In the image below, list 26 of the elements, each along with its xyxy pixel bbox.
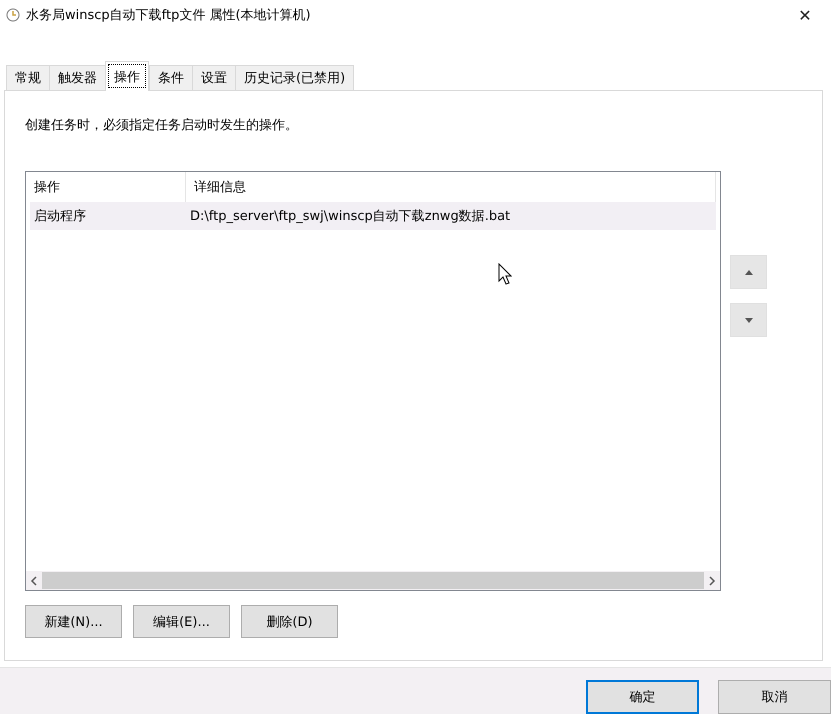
action-button[interactable]: 编辑(E)...: [133, 605, 230, 638]
tab[interactable]: 操作: [105, 61, 149, 91]
table-cell-text: 启动程序: [33, 208, 87, 226]
dialog-button[interactable]: 确定: [586, 680, 699, 714]
tab[interactable]: 触发器: [49, 65, 106, 91]
table-cell-text: D:\ftp_server\ftp_swj\winscp自动下载znwg数据.bat: [189, 208, 512, 226]
pointer-icon: [498, 263, 512, 285]
triangle-up-icon: [744, 270, 752, 274]
action-button[interactable]: 删除(D): [241, 605, 338, 638]
move-up-button[interactable]: [730, 255, 767, 289]
chevron-left-icon[interactable]: [30, 576, 38, 586]
clock-icon: [6, 8, 20, 22]
actions-list[interactable]: 操作 详细信息 启动程序 D:\ftp_server\ftp_swj\winscp自动下载znwg数据.bat: [25, 171, 721, 591]
action-button[interactable]: 新建(N)...: [25, 605, 122, 638]
tab[interactable]: 设置: [192, 65, 236, 91]
dialog-button[interactable]: 取消: [718, 680, 831, 714]
tab[interactable]: 历史记录(已禁用): [235, 65, 354, 91]
triangle-down-icon: [744, 318, 752, 322]
chevron-right-icon[interactable]: [708, 576, 716, 586]
description-text: 创建任务时，必须指定任务启动时发生的操作。: [25, 117, 299, 134]
window-title: 水务局winscp自动下载ftp文件 属性(本地计算机): [26, 7, 312, 24]
tab[interactable]: 条件: [149, 65, 193, 91]
close-button[interactable]: ✕: [785, 0, 825, 30]
move-down-button[interactable]: [730, 303, 767, 337]
tab[interactable]: 常规: [6, 65, 50, 91]
list-row[interactable]: 启动程序 D:\ftp_server\ftp_swj\winscp自动下载znwg数据.bat: [30, 202, 716, 230]
